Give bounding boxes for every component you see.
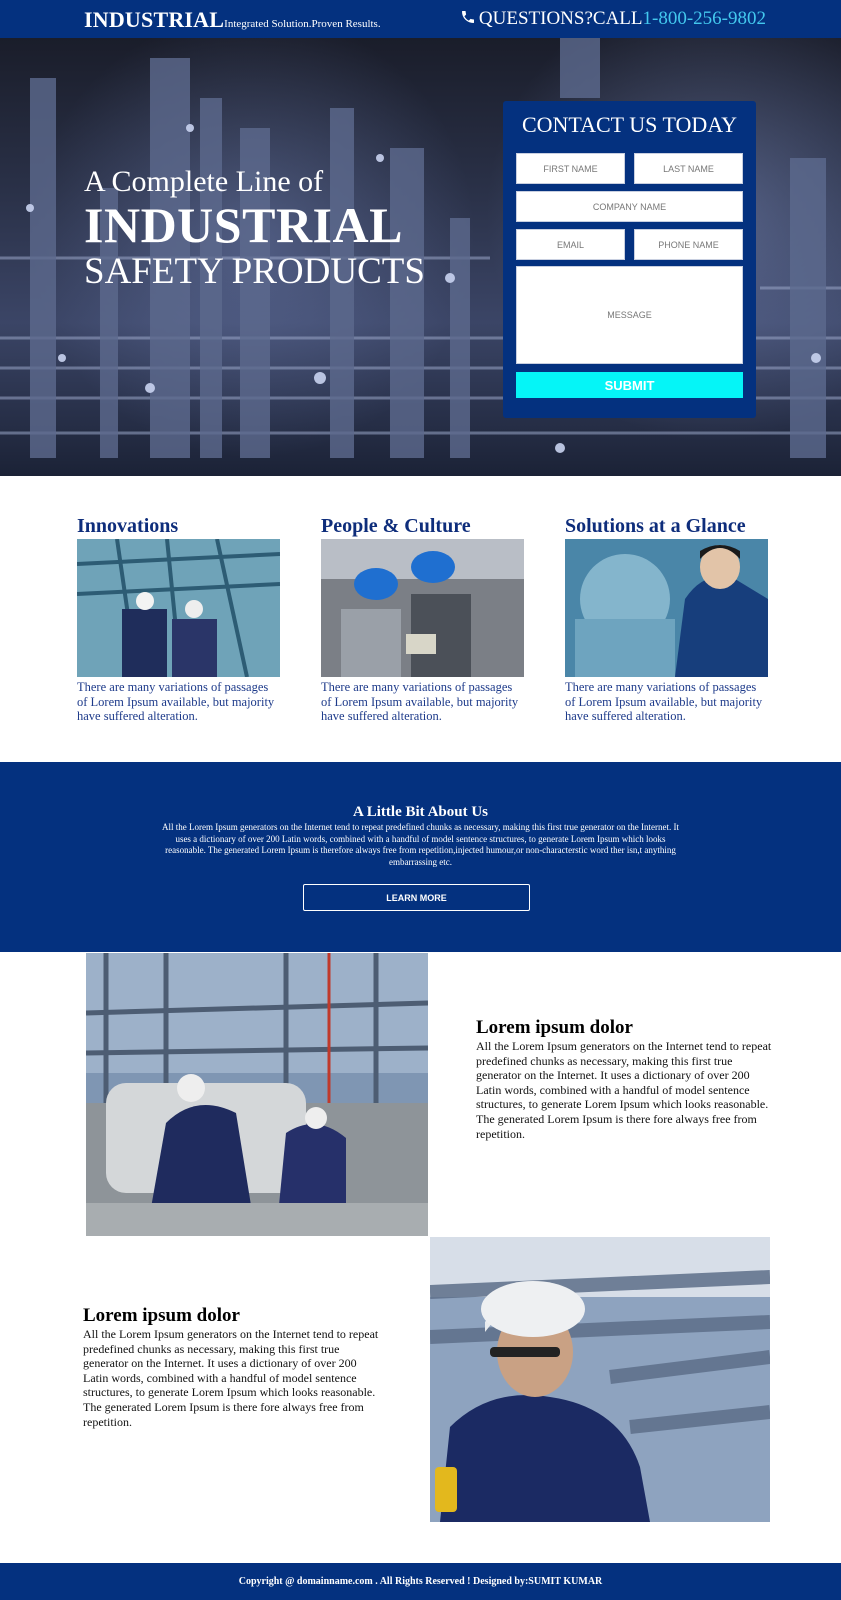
- feature-innovations: Innovations There are many variations of…: [77, 515, 280, 724]
- phone-input[interactable]: PHONE NAME: [634, 229, 743, 260]
- feature-text: There are many variations of passages of…: [565, 680, 763, 723]
- message-textarea[interactable]: MESSAGE: [516, 266, 743, 364]
- section1-text: All the Lorem Ipsum generators on the In…: [476, 1039, 772, 1141]
- section1-content: Lorem ipsum dolor All the Lorem Ipsum ge…: [476, 1017, 772, 1141]
- feature-image-solutions: [565, 539, 768, 677]
- footer-copyright: Copyright @ domainname.com . All Rights …: [238, 1576, 603, 1587]
- section2-title: Lorem ipsum dolor: [83, 1305, 240, 1326]
- feature-image-innovations: [77, 539, 280, 677]
- first-name-input[interactable]: FIRST NAME: [516, 153, 625, 184]
- feature-solutions: Solutions at a Glance There are many var…: [565, 515, 768, 724]
- company-name-input[interactable]: COMPANY NAME: [516, 191, 743, 222]
- feature-people-culture: People & Culture There are many variatio…: [321, 515, 524, 724]
- feature-text: There are many variations of passages of…: [77, 680, 275, 723]
- last-name-input[interactable]: LAST NAME: [634, 153, 743, 184]
- feature-title[interactable]: People & Culture: [321, 515, 524, 537]
- phone-contact[interactable]: QUESTIONS?CALL1-800-256-9802: [460, 8, 766, 30]
- brand[interactable]: INDUSTRIALIntegrated Solution.Proven Res…: [84, 7, 381, 33]
- contact-form-title: CONTACT US TODAY: [521, 112, 738, 137]
- tagline: Integrated Solution.Proven Results.: [224, 18, 381, 30]
- footer: Copyright @ domainname.com . All Rights …: [0, 1563, 841, 1600]
- contact-form: CONTACT US TODAY FIRST NAME LAST NAME CO…: [503, 101, 756, 418]
- section1-title: Lorem ipsum dolor: [476, 1017, 633, 1038]
- hero-line-1: A Complete Line of: [84, 165, 324, 198]
- worker-phone-image: [430, 1237, 770, 1522]
- feature-text: There are many variations of passages of…: [321, 680, 519, 723]
- phone-number[interactable]: 1-800-256-9802: [643, 8, 766, 29]
- email-input[interactable]: EMAIL: [516, 229, 625, 260]
- phone-prefix: QUESTIONS?CALL: [478, 8, 643, 29]
- section2-text: All the Lorem Ipsum generators on the In…: [83, 1327, 379, 1429]
- section2-content: Lorem ipsum dolor All the Lorem Ipsum ge…: [83, 1305, 379, 1429]
- submit-button[interactable]: SUBMIT: [516, 372, 743, 398]
- phone-icon: [461, 11, 474, 23]
- hero-heading: A Complete Line of INDUSTRIAL SAFETY PRO…: [84, 166, 425, 292]
- about-section: A Little Bit About Us All the Lorem Ipsu…: [0, 762, 841, 952]
- learn-more-button[interactable]: LEARN MORE: [303, 884, 530, 911]
- logo[interactable]: INDUSTRIAL: [84, 7, 224, 32]
- feature-title[interactable]: Solutions at a Glance: [565, 515, 768, 537]
- top-bar: INDUSTRIALIntegrated Solution.Proven Res…: [0, 0, 841, 38]
- about-title: A Little Bit About Us: [352, 804, 488, 820]
- feature-image-people-culture: [321, 539, 524, 677]
- about-text: All the Lorem Ipsum generators on the In…: [162, 822, 679, 867]
- workers-machinery-image: [86, 953, 428, 1236]
- feature-title[interactable]: Innovations: [77, 515, 280, 537]
- hero-line-3: SAFETY PRODUCTS: [84, 251, 425, 292]
- hero-line-2: INDUSTRIAL: [84, 197, 403, 253]
